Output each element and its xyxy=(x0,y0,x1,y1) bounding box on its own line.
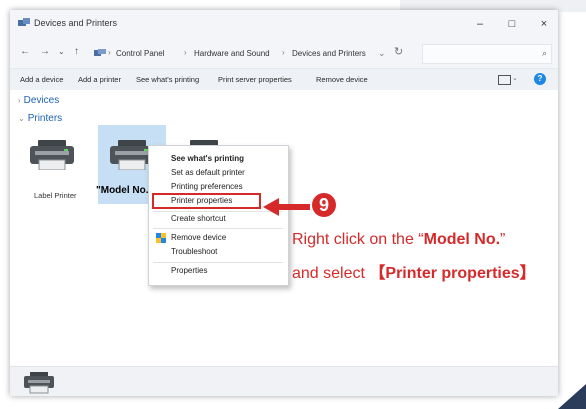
add-device-button[interactable]: Add a device xyxy=(20,75,63,84)
window-title: Devices and Printers xyxy=(34,18,118,28)
devices-group-label: Devices xyxy=(23,95,60,106)
close-button[interactable]: × xyxy=(532,15,556,33)
recent-locations-chevron-icon[interactable]: ⌄ xyxy=(58,47,65,56)
back-arrow-icon[interactable]: ← xyxy=(20,46,30,57)
print-server-properties-button[interactable]: Print server properties xyxy=(218,75,292,84)
expanded-chevron-icon: ⌄ xyxy=(18,114,25,123)
callout-line1-bold: Model No. xyxy=(423,231,501,248)
menu-item-printing-preferences[interactable]: Printing preferences xyxy=(171,182,243,191)
corner-accent-shape xyxy=(558,384,586,409)
details-pane xyxy=(10,366,558,396)
forward-arrow-icon[interactable]: → xyxy=(40,46,50,57)
callout-line1-suffix: ” xyxy=(500,231,506,248)
titlebar: Devices and Printers – □ × xyxy=(10,10,558,40)
breadcrumb-separator-icon: › xyxy=(282,48,285,57)
menu-item-set-as-default-printer[interactable]: Set as default printer xyxy=(171,168,245,177)
callout-line2-prefix: and select xyxy=(292,265,370,282)
callout-instruction-line2: and select 【Printer properties】 xyxy=(292,259,536,283)
step-number-badge: 9 xyxy=(312,193,336,217)
printers-group-header[interactable]: ⌄ Printers xyxy=(18,113,62,124)
search-input[interactable]: ⌕ xyxy=(422,44,552,64)
see-whats-printing-button[interactable]: See what's printing xyxy=(136,75,199,84)
devices-printers-app-icon xyxy=(18,18,30,26)
breadcrumb-separator-icon: › xyxy=(108,48,111,57)
refresh-icon[interactable]: ↻ xyxy=(394,45,403,58)
printer-label: "Model No." xyxy=(96,185,154,196)
printers-group-label: Printers xyxy=(27,113,63,124)
remove-device-button[interactable]: Remove device xyxy=(316,75,368,84)
add-printer-button[interactable]: Add a printer xyxy=(78,75,121,84)
address-dropdown-icon[interactable]: ⌄ xyxy=(378,48,386,59)
callout-line1-prefix: Right click on the “ xyxy=(292,231,424,248)
address-bar[interactable]: › Control Panel › Hardware and Sound › D… xyxy=(94,44,408,62)
menu-item-remove-device[interactable]: Remove device xyxy=(171,233,226,242)
breadcrumb-separator-icon: › xyxy=(184,48,187,57)
menu-item-properties[interactable]: Properties xyxy=(171,266,207,275)
maximize-button[interactable]: □ xyxy=(500,15,524,33)
collapsed-chevron-icon: › xyxy=(18,96,21,105)
menu-item-see-whats-printing[interactable]: See what's printing xyxy=(171,154,244,163)
menu-item-create-shortcut[interactable]: Create shortcut xyxy=(171,214,226,223)
menu-item-printer-properties[interactable]: Printer properties xyxy=(171,196,232,205)
minimize-button[interactable]: – xyxy=(468,15,492,33)
callout-arrow-head xyxy=(263,198,279,216)
breadcrumb-control-panel[interactable]: Control Panel xyxy=(116,49,164,58)
menu-item-troubleshoot[interactable]: Troubleshoot xyxy=(171,247,217,256)
menu-separator xyxy=(153,228,283,229)
printer-icon xyxy=(30,140,74,170)
control-panel-icon xyxy=(94,49,106,56)
shield-icon xyxy=(156,233,166,243)
help-icon[interactable]: ? xyxy=(534,73,546,85)
navigation-bar: ← → ⌄ ↑ › Control Panel › Hardware and S… xyxy=(10,40,558,68)
devices-group-header[interactable]: › Devices xyxy=(18,95,59,106)
breadcrumb-hardware-and-sound[interactable]: Hardware and Sound xyxy=(194,49,270,58)
callout-instruction-line1: Right click on the “Model No.” xyxy=(292,231,505,249)
callout-arrow-line xyxy=(278,204,310,210)
up-arrow-icon[interactable]: ↑ xyxy=(74,46,79,57)
search-icon: ⌕ xyxy=(541,48,547,58)
view-options-chevron-icon[interactable]: ⌄ xyxy=(512,74,518,82)
devices-and-printers-window: Devices and Printers – □ × ← → ⌄ ↑ › Con… xyxy=(10,10,558,396)
printer-label: Label Printer xyxy=(34,191,77,200)
callout-line2-bold: 【Printer properties】 xyxy=(369,265,536,282)
printer-icon xyxy=(24,372,54,394)
menu-separator xyxy=(153,262,283,263)
view-options-icon[interactable] xyxy=(498,75,511,85)
command-bar: Add a device Add a printer See what's pr… xyxy=(10,68,558,92)
breadcrumb-devices-and-printers[interactable]: Devices and Printers xyxy=(292,49,366,58)
